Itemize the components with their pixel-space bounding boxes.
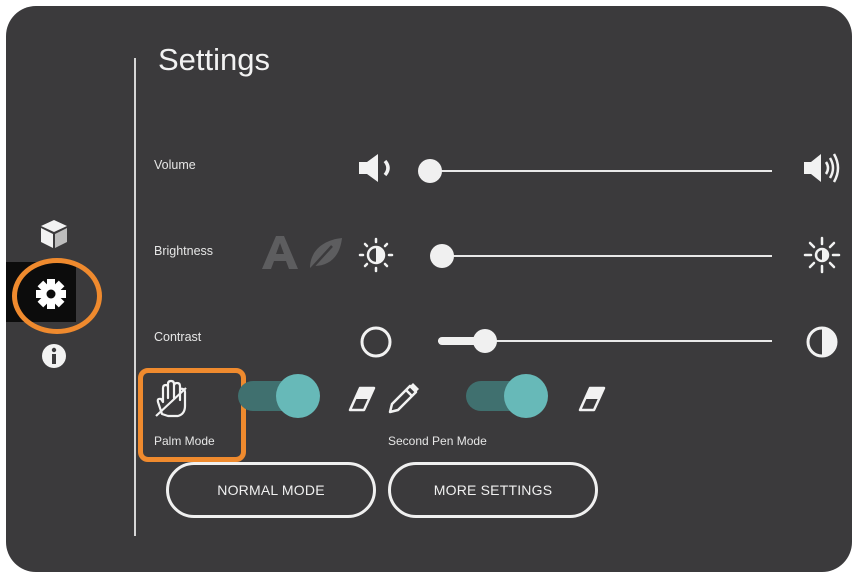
normal-mode-button[interactable]: NORMAL MODE bbox=[166, 462, 376, 518]
volume-knob[interactable] bbox=[418, 159, 442, 183]
cube-icon bbox=[41, 220, 67, 248]
info-icon bbox=[42, 344, 66, 368]
brightness-track bbox=[438, 255, 772, 257]
palm-mode-toggle[interactable] bbox=[236, 371, 326, 421]
palm-mode-highlight bbox=[138, 368, 246, 462]
second-pen-mode-label: Second Pen Mode bbox=[388, 434, 487, 448]
volume-high-icon bbox=[804, 153, 840, 183]
page-title: Settings bbox=[158, 42, 271, 77]
brightness-high-icon bbox=[803, 236, 841, 274]
contrast-slider[interactable] bbox=[428, 326, 786, 356]
sidebar-divider bbox=[134, 58, 136, 536]
brightness-slider[interactable] bbox=[428, 241, 786, 271]
volume-low-icon bbox=[359, 154, 390, 182]
volume-track bbox=[426, 170, 772, 172]
sidebar-item-cube[interactable] bbox=[36, 216, 72, 252]
second-pen-toggle-knob bbox=[504, 374, 548, 418]
eraser-icon bbox=[348, 386, 376, 412]
volume-label: Volume bbox=[154, 158, 196, 172]
settings-panel: Settings Volume Brightness Contrast Palm… bbox=[6, 6, 852, 572]
settings-highlight-circle bbox=[12, 258, 102, 334]
eco-leaf-icon[interactable] bbox=[304, 234, 346, 272]
contrast-low-icon bbox=[360, 326, 392, 358]
sidebar bbox=[6, 6, 126, 572]
second-eraser-icon bbox=[578, 386, 606, 412]
volume-slider[interactable] bbox=[416, 156, 786, 186]
brightness-low-icon bbox=[358, 237, 394, 273]
sidebar-item-info[interactable] bbox=[39, 341, 69, 371]
more-settings-button[interactable]: MORE SETTINGS bbox=[388, 462, 598, 518]
auto-brightness-icon[interactable] bbox=[258, 232, 302, 272]
contrast-label: Contrast bbox=[154, 330, 202, 344]
pen-icon bbox=[388, 383, 419, 414]
palm-toggle-knob bbox=[276, 374, 320, 418]
brightness-label: Brightness bbox=[154, 244, 214, 258]
brightness-knob[interactable] bbox=[430, 244, 454, 268]
contrast-knob[interactable] bbox=[473, 329, 497, 353]
contrast-high-icon bbox=[806, 326, 838, 358]
second-pen-mode-toggle[interactable] bbox=[456, 371, 556, 421]
